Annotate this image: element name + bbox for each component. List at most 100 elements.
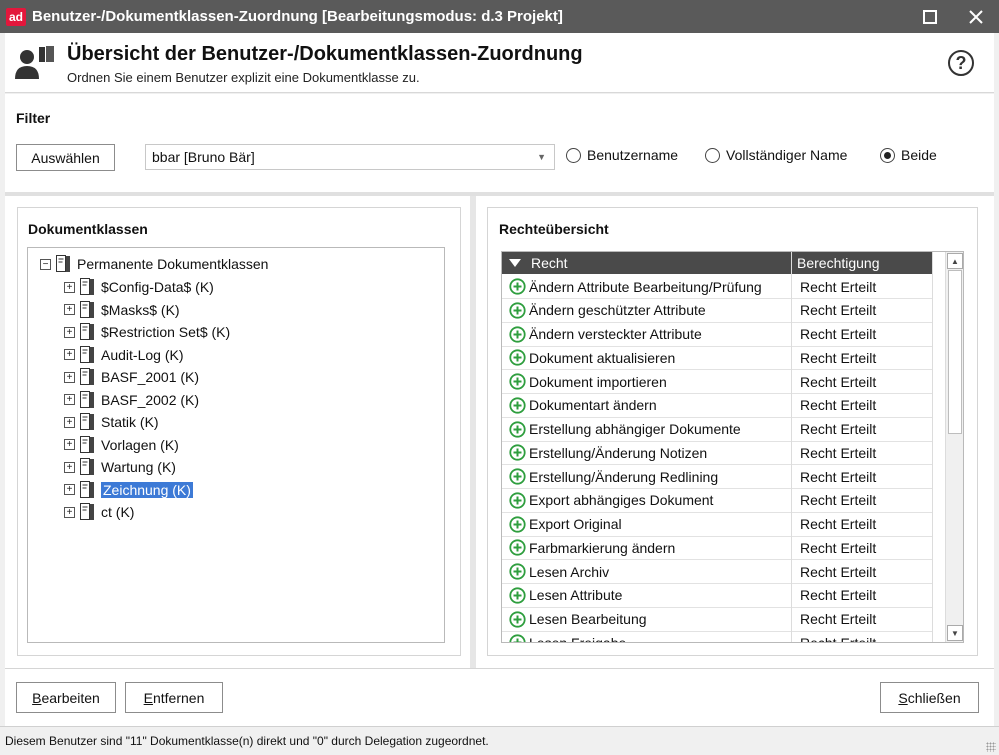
expand-icon[interactable]: +: [64, 326, 75, 338]
right-name: Dokumentart ändern: [529, 397, 657, 414]
grid-scrollbar[interactable]: ▲ ▼: [945, 252, 963, 642]
right-cell: Export abhängiges Dokument: [509, 489, 713, 512]
scroll-up-icon[interactable]: ▲: [947, 253, 963, 269]
tree-item[interactable]: + $Restriction Set$ (K): [64, 321, 230, 343]
table-row[interactable]: Ändern Attribute Bearbeitung/Prüfung Rech…: [502, 275, 933, 299]
page-subtitle: Ordnen Sie einem Benutzer explizit eine …: [67, 70, 420, 85]
tree-root-node[interactable]: − Permanente Dokumentklassen: [40, 253, 268, 275]
table-row[interactable]: Dokument aktualisieren Recht Erteilt: [502, 346, 933, 371]
right-name: Dokument aktualisieren: [529, 349, 676, 366]
expand-icon[interactable]: +: [64, 506, 75, 518]
scroll-thumb[interactable]: [948, 270, 962, 434]
expand-icon[interactable]: +: [64, 281, 75, 293]
tree-item[interactable]: + $Config-Data$ (K): [64, 276, 214, 298]
expand-icon[interactable]: +: [64, 304, 75, 315]
table-row[interactable]: Dokumentart ändern Recht Erteilt: [502, 394, 933, 418]
table-row[interactable]: Dokument importieren Recht Erteilt: [502, 370, 933, 394]
close-label: chließen: [907, 689, 961, 706]
document-class-icon: [80, 390, 101, 409]
right-name: Lesen Attribute: [529, 587, 623, 604]
tree-item[interactable]: + $Masks$ (K): [64, 299, 180, 321]
table-row[interactable]: Export Original Recht Erteilt: [502, 513, 933, 537]
column-header-right[interactable]: Recht: [509, 252, 568, 274]
column-header-label: Recht: [531, 255, 568, 271]
resize-grip-icon[interactable]: [986, 742, 996, 752]
right-name: Farbmarkierung ändern: [529, 539, 676, 556]
right-cell: Erstellung abhängiger Dokumente: [509, 418, 741, 441]
expand-icon[interactable]: +: [64, 349, 75, 360]
tree-item[interactable]: + Audit-Log (K): [64, 344, 183, 366]
column-header-permission[interactable]: Berechtigung: [797, 252, 880, 274]
tree-item[interactable]: + ct (K): [64, 501, 134, 523]
radio-label: Benutzername: [587, 147, 679, 163]
radio-circle-icon: [705, 147, 720, 163]
right-cell: Ändern geschützter Attribute: [509, 299, 706, 322]
maximize-button[interactable]: [907, 0, 953, 33]
doc-classes-tree[interactable]: − Permanente Dokumentklassen + $Config-Data…: [27, 247, 445, 643]
table-row[interactable]: Lesen Bearbeitung Recht Erteilt: [502, 608, 933, 632]
remove-label: ntfernen: [152, 689, 205, 706]
expand-icon[interactable]: +: [64, 461, 75, 473]
document-class-icon: [56, 255, 77, 273]
grid-header: Recht Berechtigung: [502, 252, 933, 274]
tree-item[interactable]: + BASF_2001 (K): [64, 366, 199, 388]
grant-plus-icon: [509, 278, 529, 295]
table-row[interactable]: Lesen Archiv Recht Erteilt: [502, 560, 933, 584]
table-row[interactable]: Ändern geschützter Attribute Recht Erteil…: [502, 299, 933, 323]
permission-cell: Recht Erteilt: [800, 563, 877, 580]
remove-mnemonic: E: [143, 689, 153, 706]
expand-icon[interactable]: +: [64, 371, 75, 383]
doc-classes-title: Dokumentklassen: [28, 221, 148, 237]
expand-icon[interactable]: +: [64, 484, 75, 495]
tree-item-label: Zeichnung (K): [101, 481, 193, 498]
select-user-button[interactable]: Auswählen: [16, 144, 115, 171]
table-row[interactable]: Erstellung abhängiger Dokumente Recht Ert…: [502, 418, 933, 442]
close-button[interactable]: Schließen: [880, 682, 979, 713]
tree-item-label: Wartung (K): [101, 459, 176, 475]
edit-label: earbeiten: [41, 689, 100, 706]
table-row[interactable]: Farbmarkierung ändern Recht Erteilt: [502, 536, 933, 561]
expand-icon[interactable]: +: [64, 416, 75, 428]
document-class-icon: [80, 480, 101, 499]
radio-both[interactable]: Beide: [880, 147, 937, 163]
tree-item-label: $Masks$ (K): [101, 301, 180, 318]
scroll-down-icon[interactable]: ▼: [947, 625, 963, 641]
tree-item[interactable]: + Vorlagen (K): [64, 434, 179, 456]
close-window-button[interactable]: [953, 0, 999, 33]
grant-plus-icon: [509, 397, 529, 414]
permission-cell: Recht Erteilt: [800, 611, 877, 627]
radio-username[interactable]: Benutzername: [566, 147, 678, 163]
expand-icon[interactable]: +: [64, 439, 75, 450]
collapse-icon[interactable]: −: [40, 258, 51, 270]
table-row[interactable]: Export abhängiges Dokument Recht Erteilt: [502, 489, 933, 513]
remove-button[interactable]: Entfernen: [125, 682, 223, 713]
close-mnemonic: S: [898, 689, 908, 706]
document-class-icon: [80, 503, 101, 521]
grant-plus-icon: [509, 515, 529, 533]
expand-icon[interactable]: +: [64, 394, 75, 405]
tree-item[interactable]: + Wartung (K): [64, 456, 176, 478]
tree-item[interactable]: + BASF_2002 (K): [64, 389, 199, 411]
edit-button[interactable]: Bearbeiten: [16, 682, 116, 713]
rights-grid[interactable]: Recht Berechtigung Ändern Attribute Bear…: [501, 251, 964, 643]
permission-cell: Recht Erteilt: [800, 373, 877, 390]
tree-item-label: BASF_2001 (K): [101, 369, 200, 385]
table-row[interactable]: Lesen Attribute Recht Erteilt: [502, 584, 933, 608]
tree-item[interactable]: + Zeichnung (K): [64, 479, 193, 501]
right-name: Export Original: [529, 516, 622, 532]
table-row[interactable]: Lesen Freigabe Recht Erteilt: [502, 631, 933, 643]
user-select[interactable]: bbar [Bruno Bär] ▼: [145, 144, 555, 170]
permission-cell: Recht Erteilt: [800, 397, 877, 414]
radio-fullname[interactable]: Vollständiger Name: [705, 147, 847, 163]
help-icon[interactable]: ?: [948, 50, 974, 76]
table-row[interactable]: Erstellung/Änderung Redlining Recht Ertei…: [502, 465, 933, 489]
grant-plus-icon: [509, 610, 529, 628]
user-select-value: bbar [Bruno Bär]: [152, 149, 255, 165]
table-row[interactable]: Erstellung/Änderung Notizen Recht Erteilt: [502, 441, 933, 466]
radio-checked-icon: [880, 147, 895, 163]
tree-item-label: Permanente Dokumentklassen: [77, 256, 269, 272]
permission-cell: Recht Erteilt: [800, 278, 877, 295]
tree-item[interactable]: + Statik (K): [64, 411, 159, 433]
table-row[interactable]: Ändern versteckter Attribute Recht Erteil…: [502, 323, 933, 347]
permission-cell: Recht Erteilt: [800, 634, 877, 643]
